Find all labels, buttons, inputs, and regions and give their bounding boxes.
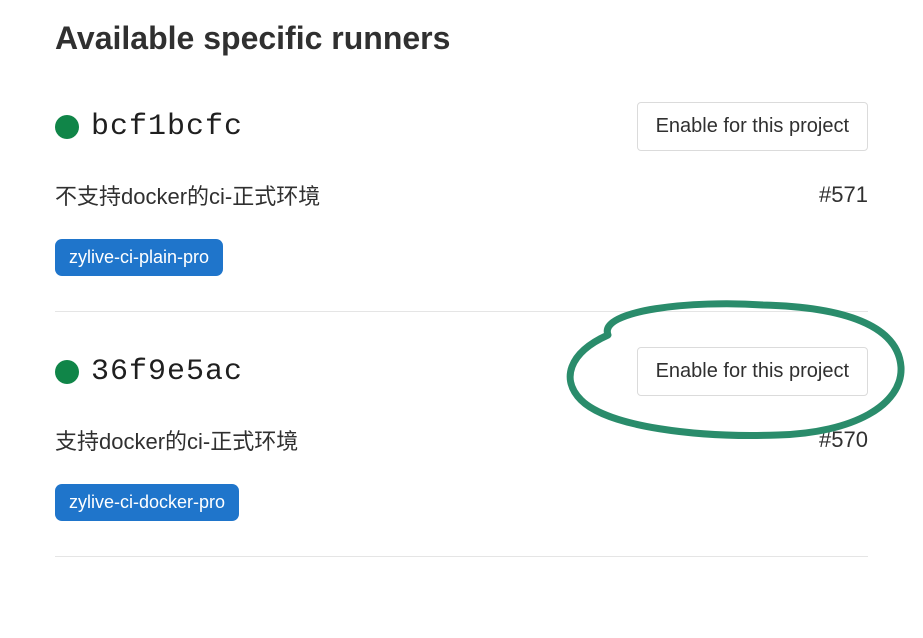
enable-for-project-button[interactable]: Enable for this project <box>637 102 868 151</box>
runner-hash[interactable]: 36f9e5ac <box>91 355 243 389</box>
runner-tag[interactable]: zylive-ci-plain-pro <box>55 239 223 276</box>
runner-id: #571 <box>819 182 868 208</box>
runner-header-row: bcf1bcfc Enable for this project <box>55 102 868 151</box>
status-online-icon <box>55 360 79 384</box>
runner-id: #570 <box>819 427 868 453</box>
runner-description: 不支持docker的ci-正式环境 <box>55 179 320 211</box>
section-heading: Available specific runners <box>55 20 868 57</box>
runner-title-group: bcf1bcfc <box>55 110 243 144</box>
runner-meta-row: 支持docker的ci-正式环境 #570 <box>55 424 868 456</box>
runner-description: 支持docker的ci-正式环境 <box>55 424 298 456</box>
runner-meta-row: 不支持docker的ci-正式环境 #571 <box>55 179 868 211</box>
status-online-icon <box>55 115 79 139</box>
runner-hash[interactable]: bcf1bcfc <box>91 110 243 144</box>
runner-tag[interactable]: zylive-ci-docker-pro <box>55 484 239 521</box>
runner-item: bcf1bcfc Enable for this project 不支持dock… <box>55 102 868 312</box>
runner-item: 36f9e5ac Enable for this project 支持docke… <box>55 347 868 557</box>
runner-title-group: 36f9e5ac <box>55 355 243 389</box>
runner-header-row: 36f9e5ac Enable for this project <box>55 347 868 396</box>
enable-for-project-button[interactable]: Enable for this project <box>637 347 868 396</box>
